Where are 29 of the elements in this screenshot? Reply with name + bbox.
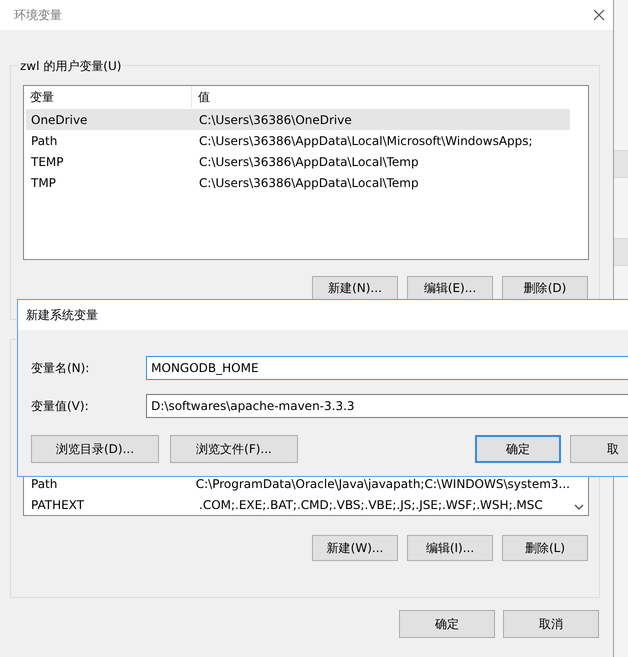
button[interactable]: 新建(N)... bbox=[312, 276, 398, 301]
window-title: 环境变量 bbox=[14, 6, 62, 24]
button[interactable]: 取 bbox=[570, 435, 628, 463]
dialog-title: 新建系统变量 bbox=[26, 306, 98, 324]
column-header[interactable]: 变量 bbox=[24, 86, 192, 108]
button[interactable]: 取消 bbox=[503, 610, 599, 638]
list-row[interactable]: PATHEXT .COM;.EXE;.BAT;.CMD;.VBS;.VBE;.JS;.JSE;.WSF;.WSH;.MSC bbox=[26, 494, 570, 515]
field-label: 变量名(N): bbox=[31, 360, 90, 376]
list-row[interactable]: OneDrive C:\Users\36386\OneDrive bbox=[26, 109, 570, 130]
input-field[interactable]: D:\softwares\apache-maven-3.3.3 bbox=[146, 394, 628, 418]
input-field[interactable]: MONGODB_HOME bbox=[146, 356, 628, 380]
list-row[interactable]: Path C:\Users\36386\AppData\Local\Microsoft\WindowsApps; bbox=[26, 130, 570, 151]
list-row[interactable]: TMP C:\Users\36386\AppData\Local\Temp bbox=[26, 172, 570, 193]
button[interactable]: 新建(W)... bbox=[312, 535, 398, 561]
button[interactable]: 删除(D) bbox=[502, 276, 588, 301]
scroll-down-icon[interactable] bbox=[574, 503, 584, 511]
button[interactable]: 确定 bbox=[475, 435, 561, 463]
field-label: 变量值(V): bbox=[31, 398, 90, 414]
button[interactable]: 编辑(E)... bbox=[407, 276, 493, 301]
column-header[interactable]: 值 bbox=[192, 86, 210, 108]
button[interactable]: 浏览文件(F)... bbox=[170, 435, 298, 463]
button[interactable]: 确定 bbox=[399, 610, 495, 638]
button[interactable]: 删除(L) bbox=[502, 535, 588, 561]
button[interactable]: 编辑(I)... bbox=[407, 535, 493, 561]
close-icon[interactable] bbox=[593, 9, 605, 21]
list-row[interactable]: Path C:\ProgramData\Oracle\Java\javapath;C:\WINDOWS\system3... bbox=[26, 473, 570, 494]
button[interactable]: 浏览目录(D)... bbox=[31, 435, 159, 463]
list-row[interactable]: TEMP C:\Users\36386\AppData\Local\Temp bbox=[26, 151, 570, 172]
group-label: zwl 的用户变量(U) bbox=[18, 58, 124, 75]
